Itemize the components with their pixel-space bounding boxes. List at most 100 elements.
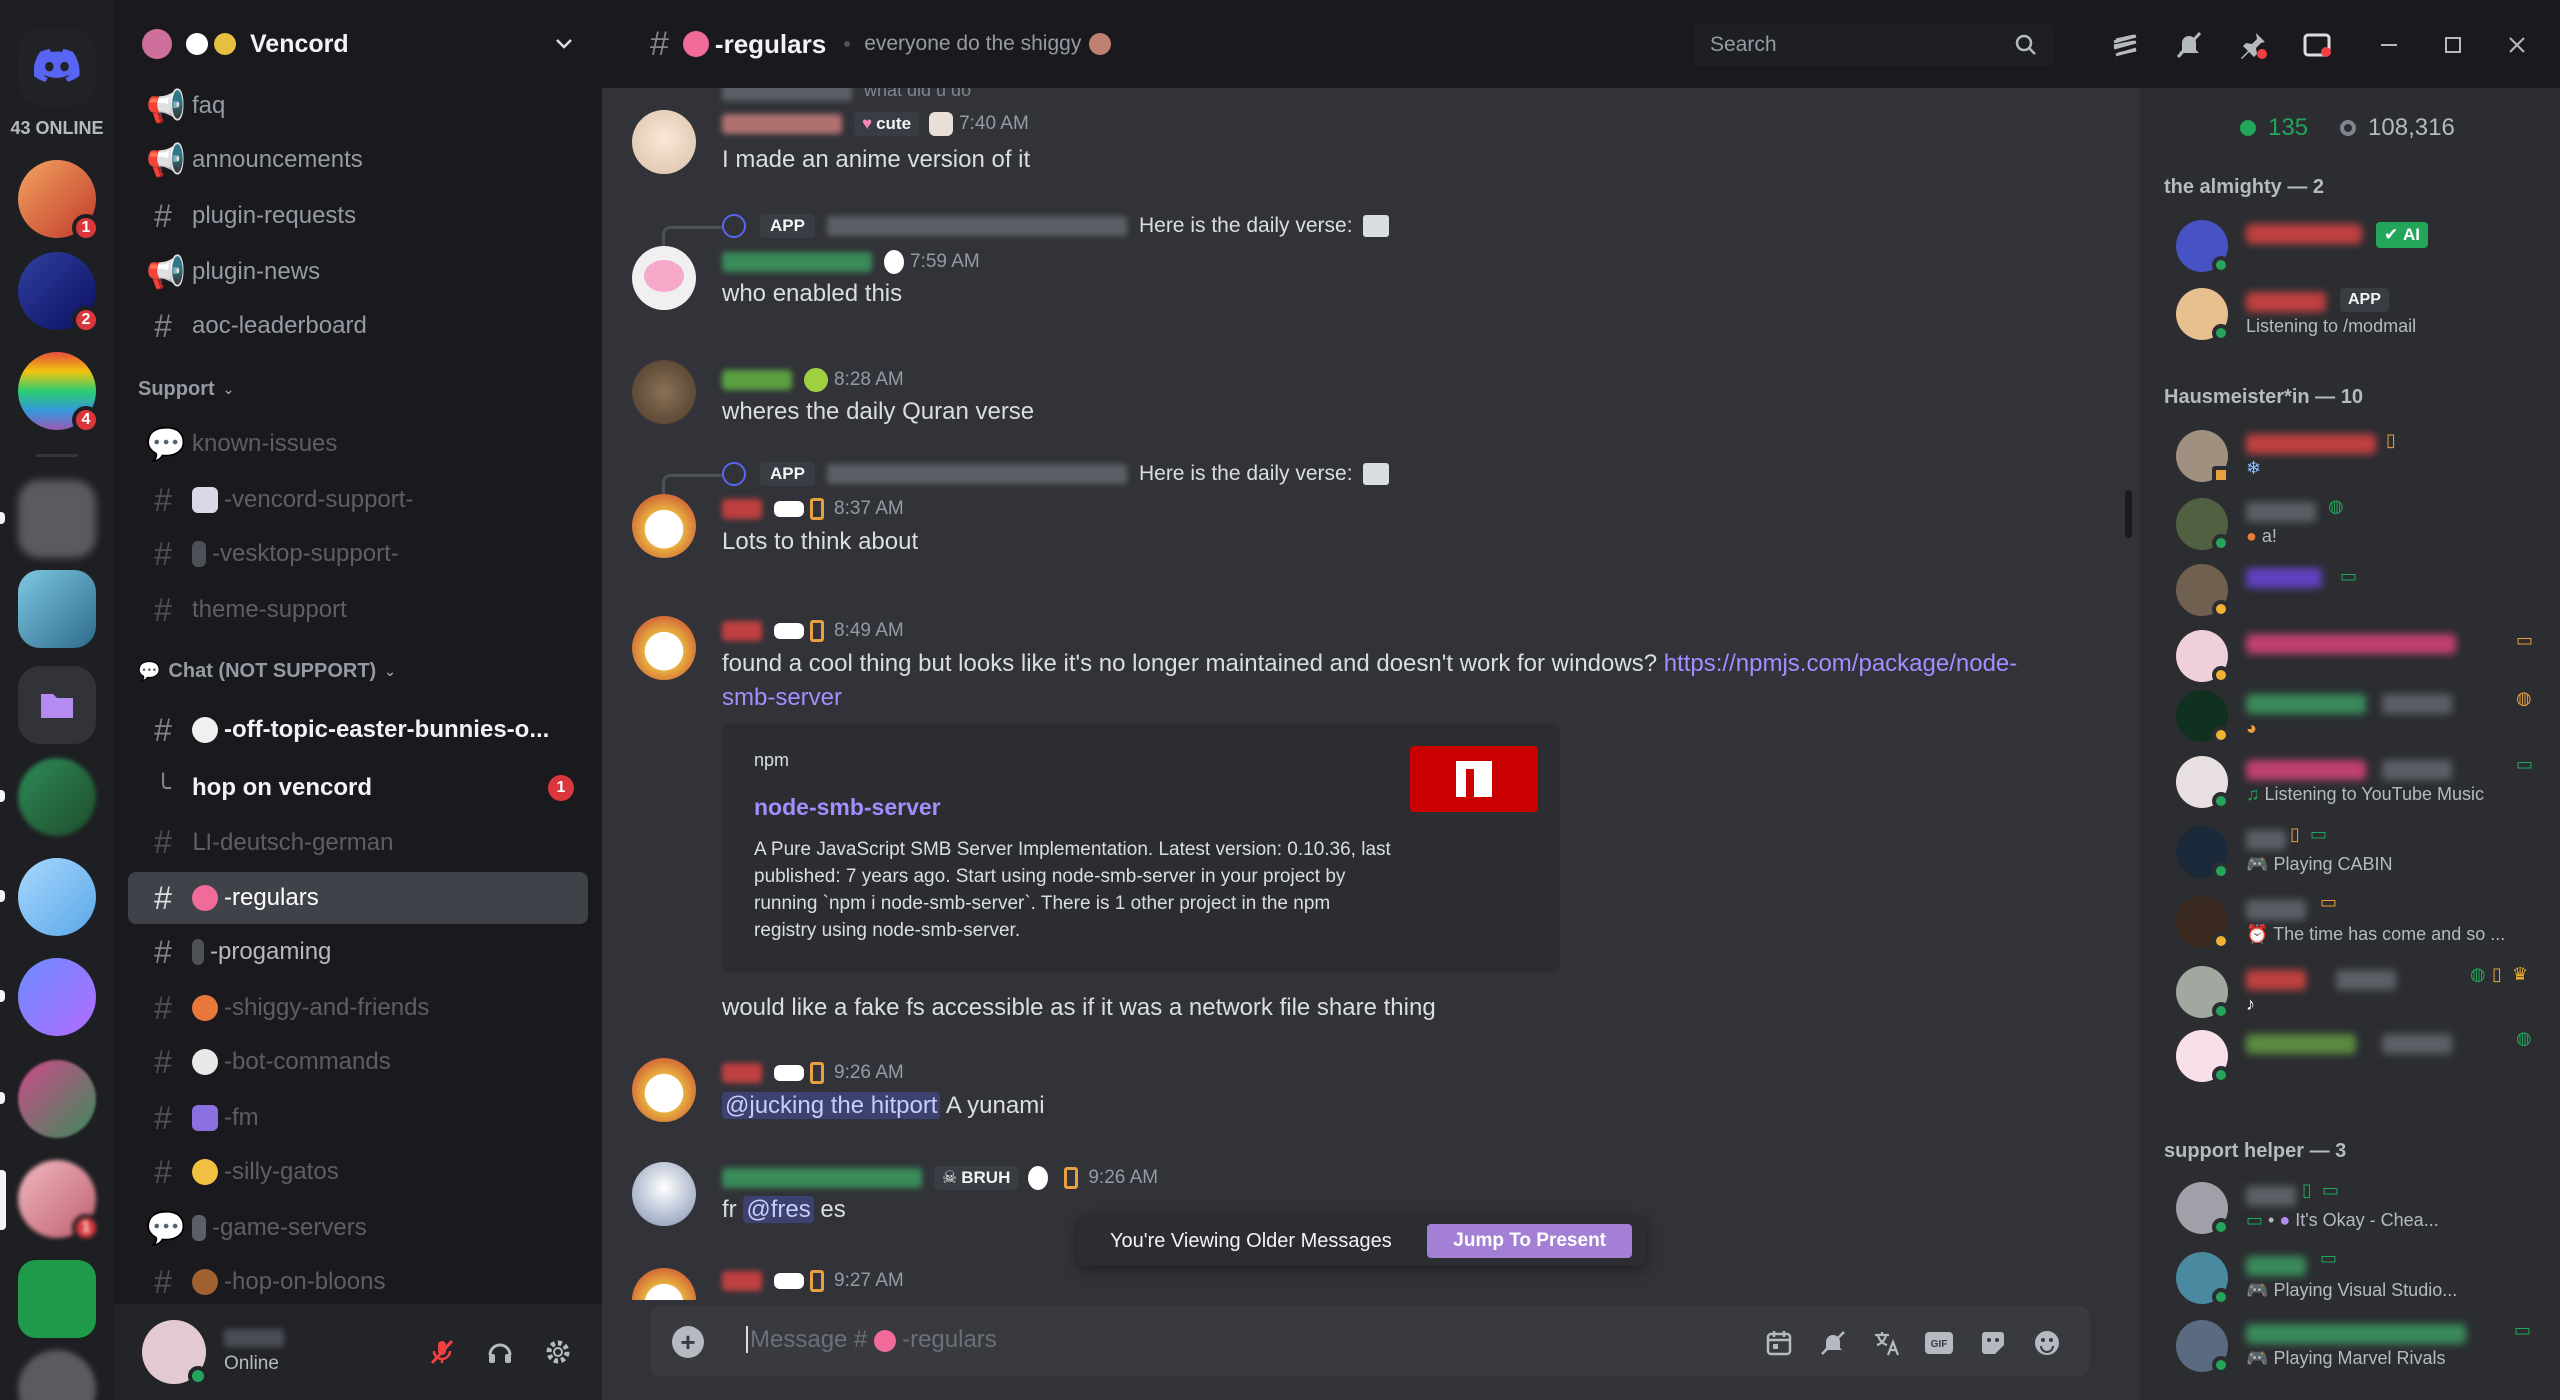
role-header: support helper — 3 — [2164, 1140, 2347, 1162]
server-icon[interactable] — [18, 480, 96, 558]
hash-icon: # — [154, 197, 172, 234]
member-item[interactable]: ◍ ◕ — [2176, 684, 2546, 746]
channel-vesktop-support[interactable]: # -vesktop-support- — [128, 528, 588, 580]
user-mention[interactable]: @jucking the hitport — [722, 1092, 941, 1119]
avatar[interactable] — [632, 494, 696, 558]
channel-aoc-leaderboard[interactable]: # aoc-leaderboard — [128, 300, 588, 352]
thread-hop-on-vencord[interactable]: ╰ hop on vencord 1 — [128, 762, 588, 814]
gif-button[interactable]: GIF — [1922, 1326, 1956, 1360]
server-icon[interactable]: 1 — [18, 1160, 100, 1242]
chevron-down-icon: ⌄ — [222, 381, 235, 397]
discord-home-button[interactable] — [18, 28, 96, 106]
category-support[interactable]: Support ⌄ — [138, 378, 234, 401]
member-item[interactable]: ▭ 🎮 Playing Visual Studio... — [2176, 1246, 2546, 1308]
channel-silly-gatos[interactable]: # -silly-gatos — [128, 1146, 588, 1198]
member-item[interactable]: ◍ — [2176, 1024, 2546, 1086]
embed-title[interactable]: node-smb-server — [754, 794, 941, 821]
channel-off-topic[interactable]: # -off-topic-easter-bunnies-o... — [128, 704, 588, 756]
server-icon[interactable] — [18, 570, 96, 648]
scrollbar-thumb[interactable] — [2125, 490, 2132, 538]
server-icon[interactable] — [18, 858, 96, 936]
member-item[interactable]: ✔ AI — [2176, 214, 2546, 276]
notifications-muted-button[interactable] — [2172, 28, 2206, 62]
selected-indicator — [0, 1170, 6, 1230]
avatar[interactable] — [632, 1162, 696, 1226]
channel-known-issues[interactable]: 💬 known-issues — [128, 418, 588, 470]
channel-progaming[interactable]: # -progaming — [128, 926, 588, 978]
member-item[interactable]: ▯ ❄ — [2176, 424, 2546, 486]
deafen-button[interactable] — [482, 1334, 518, 1370]
server-icon[interactable] — [18, 1060, 96, 1138]
member-item[interactable]: ▯ ▭ ▭ • ● It's Okay - Chea... — [2176, 1176, 2546, 1238]
minimize-button[interactable] — [2372, 28, 2406, 62]
member-item[interactable]: APP Listening to /modmail — [2176, 282, 2546, 344]
hash-icon: # — [154, 711, 172, 748]
member-name-blurred — [2246, 970, 2306, 990]
server-icon[interactable] — [18, 958, 96, 1036]
channel-vencord-support[interactable]: # -vencord-support- — [128, 474, 588, 526]
pinned-button[interactable] — [2236, 28, 2270, 62]
member-item[interactable]: ◍ ● a! — [2176, 492, 2546, 554]
sticker-button[interactable] — [1976, 1326, 2010, 1360]
avatar[interactable] — [632, 616, 696, 680]
avatar[interactable] — [632, 1058, 696, 1122]
close-button[interactable] — [2500, 28, 2534, 62]
guild-header[interactable]: Vencord — [114, 0, 602, 88]
avatar[interactable] — [632, 1268, 696, 1300]
avatar[interactable] — [632, 110, 696, 174]
channel-bot-commands[interactable]: # -bot-commands — [128, 1036, 588, 1088]
translate-button[interactable] — [1870, 1326, 1904, 1360]
server-folder[interactable] — [18, 666, 96, 744]
member-item[interactable]: ▭ ⏰ The time has come and so ... — [2176, 890, 2546, 952]
channel-announcements[interactable]: 📢 announcements — [128, 134, 588, 186]
server-icon[interactable]: 2 — [18, 252, 100, 334]
server-icon[interactable]: 4 — [18, 352, 100, 434]
channel-faq[interactable]: 📢 faq — [128, 80, 588, 132]
upload-button[interactable]: + — [672, 1326, 704, 1358]
schedule-button[interactable] — [1762, 1326, 1796, 1360]
server-icon[interactable] — [18, 1260, 96, 1338]
member-item[interactable]: ◍ ▯ ♛ ♪ — [2176, 960, 2546, 1022]
server-icon[interactable] — [18, 758, 96, 836]
silent-message-button[interactable] — [1816, 1326, 1850, 1360]
channel-theme-support[interactable]: # theme-support — [128, 584, 588, 636]
member-item[interactable]: ▭ ♫ Listening to YouTube Music — [2176, 750, 2546, 812]
user-info[interactable]: Online — [224, 1329, 284, 1375]
search-input[interactable]: Search — [1694, 24, 2054, 66]
npm-link[interactable]: https://npmjs.com/package/node- — [1664, 650, 2018, 677]
member-item[interactable]: ▭ — [2176, 624, 2546, 686]
npm-logo-icon[interactable] — [1410, 746, 1538, 812]
channel-fm[interactable]: # -fm — [128, 1092, 588, 1144]
channel-hop-on-bloons[interactable]: # -hop-on-bloons — [128, 1256, 588, 1308]
server-icon[interactable] — [18, 1350, 96, 1400]
user-mention[interactable]: @fres — [743, 1196, 814, 1223]
channel-deutsch-german[interactable]: # ꓡI-deutsch-german — [128, 816, 588, 868]
npm-link-continued[interactable]: smb-server — [722, 684, 842, 711]
message-content: would like a fake fs accessible as if it… — [722, 994, 1436, 1021]
channel-regulars[interactable]: # -regulars — [128, 872, 588, 924]
channel-game-servers[interactable]: 💬 -game-servers — [128, 1202, 588, 1254]
member-item[interactable]: ▭ — [2176, 558, 2546, 620]
avatar[interactable] — [142, 1320, 208, 1386]
threads-button[interactable] — [2108, 28, 2142, 62]
settings-button[interactable] — [540, 1334, 576, 1370]
channel-topic[interactable]: everyone do the shiggy — [864, 32, 1081, 56]
member-list-button[interactable] — [2300, 28, 2334, 62]
avatar[interactable] — [632, 246, 696, 310]
mention-badge: 1 — [72, 1214, 100, 1242]
mute-button[interactable] — [424, 1334, 460, 1370]
emoji-button[interactable] — [2030, 1326, 2064, 1360]
gif-icon: GIF — [1925, 1332, 1953, 1354]
message-input[interactable]: Message # -regulars — [746, 1326, 997, 1354]
server-icon[interactable]: 1 — [18, 160, 100, 242]
member-item[interactable]: ▭ 🎮 Playing Marvel Rivals — [2176, 1314, 2546, 1376]
channel-shiggy-and-friends[interactable]: # -shiggy-and-friends — [128, 982, 588, 1034]
maximize-button[interactable] — [2436, 28, 2470, 62]
hash-icon: # — [154, 879, 172, 916]
avatar[interactable] — [632, 360, 696, 424]
channel-plugin-news[interactable]: 📢 plugin-news — [128, 246, 588, 298]
category-chat[interactable]: 💬 Chat (NOT SUPPORT) ⌄ — [138, 660, 396, 683]
channel-plugin-requests[interactable]: # plugin-requests — [128, 190, 588, 242]
member-item[interactable]: ▯ ▭ 🎮 Playing CABIN — [2176, 820, 2546, 882]
jump-to-present-button[interactable]: Jump To Present — [1427, 1224, 1632, 1258]
